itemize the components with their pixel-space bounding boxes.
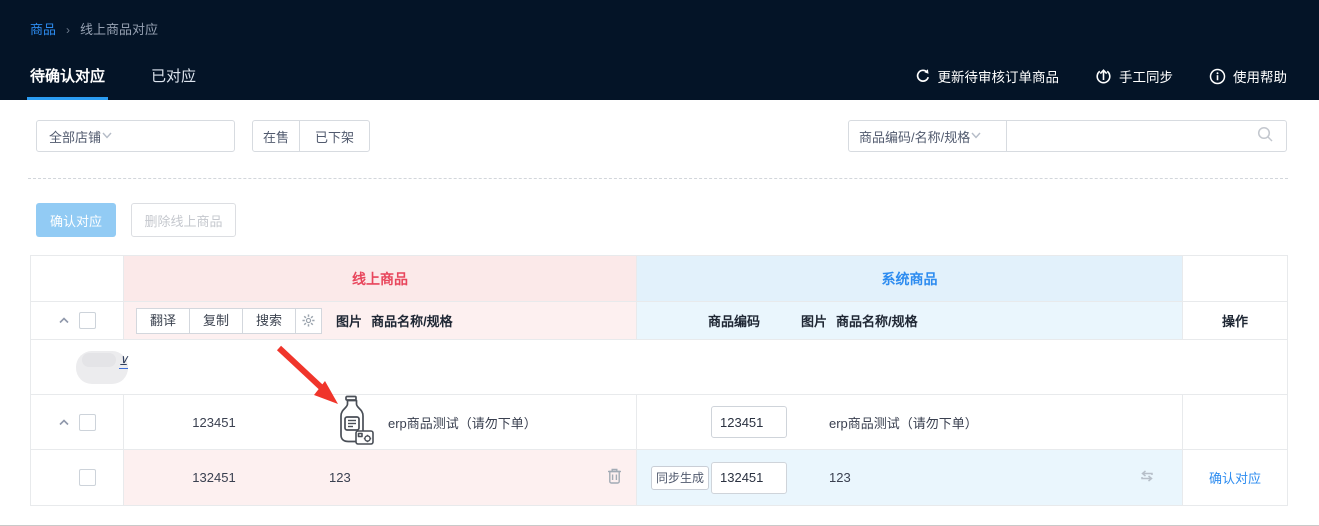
online-columns-cell: 翻译 复制 搜索 图片 商品名称/规格: [124, 302, 637, 340]
online-name-col-header: 商品名称/规格: [371, 311, 453, 330]
caret-up-icon[interactable]: [58, 415, 70, 430]
system-code-col-header: 商品编码: [708, 311, 760, 330]
online-product-code: 132451: [124, 470, 304, 485]
caret-up-icon[interactable]: [58, 313, 70, 328]
online-product-code: 123451: [124, 415, 304, 430]
action-col-header: 操作: [1222, 311, 1248, 330]
shop-group-row: ⊻: [31, 340, 1287, 395]
sync-generate-button[interactable]: 同步生成: [651, 466, 709, 490]
online-product-name: 123: [329, 470, 351, 485]
refresh-icon: [915, 68, 931, 84]
system-name-col-header: 商品名称/规格: [836, 311, 918, 330]
row-checkbox[interactable]: [79, 414, 96, 431]
shop-select[interactable]: 全部店铺: [36, 120, 235, 152]
help-label: 使用帮助: [1233, 66, 1287, 86]
no-image-bottle-icon: [329, 395, 375, 450]
mapping-table: 线上商品 系统商品 翻译 复制 搜索 图片: [30, 255, 1288, 506]
gear-icon[interactable]: [295, 308, 322, 334]
online-image-col-header: 图片: [336, 311, 362, 330]
table-row-matched: 123451: [31, 395, 1287, 450]
action-col-header-cell: 操作: [1183, 302, 1287, 340]
online-product-cell: 123451: [124, 395, 637, 450]
chevron-down-icon: [970, 129, 982, 144]
translate-button[interactable]: 翻译: [136, 308, 190, 334]
refresh-pending-orders-button[interactable]: 更新待审核订单商品: [915, 66, 1060, 86]
online-tools: 翻译 复制 搜索: [136, 308, 322, 334]
refresh-label: 更新待审核订单商品: [938, 66, 1060, 86]
chevron-down-icon: [101, 129, 113, 144]
system-product-group-header: 系统商品: [637, 256, 1183, 302]
spacer-cell: [31, 256, 124, 302]
trash-icon[interactable]: [607, 468, 622, 487]
search-icon[interactable]: [1257, 126, 1274, 146]
select-all-checkbox[interactable]: [79, 312, 96, 329]
confirm-mapping-link[interactable]: 确认对应: [1209, 468, 1261, 487]
system-code-input[interactable]: [711, 462, 787, 494]
spacer-cell: [1183, 256, 1287, 302]
search-type-value: 商品编码/名称/规格: [859, 127, 970, 146]
system-product-cell: 同步生成 123: [637, 450, 1183, 505]
row-action-cell: 确认对应: [1183, 450, 1287, 505]
system-product-name: 123: [829, 470, 851, 485]
manual-sync-label: 手工同步: [1119, 66, 1173, 86]
row-select-cell: [31, 450, 124, 505]
breadcrumb-current: 线上商品对应: [80, 22, 158, 37]
copy-button[interactable]: 复制: [189, 308, 243, 334]
topbar: 商品 › 线上商品对应 待确认对应 已对应 更新待审核订单商品 手工同步: [0, 0, 1319, 100]
group-header-row: 线上商品 系统商品: [31, 256, 1287, 302]
search-tool-button[interactable]: 搜索: [242, 308, 296, 334]
manual-sync-button[interactable]: 手工同步: [1095, 66, 1173, 86]
dashed-divider: [28, 178, 1288, 179]
delete-online-product-button[interactable]: 删除线上商品: [131, 203, 236, 237]
search-box: [1006, 120, 1287, 152]
online-product-mapping-page: 商品 › 线上商品对应 待确认对应 已对应 更新待审核订单商品 手工同步: [0, 0, 1319, 526]
search-input[interactable]: [1019, 129, 1257, 144]
tab-bar: 待确认对应 已对应: [30, 65, 196, 100]
system-columns-cell: 商品编码 图片 商品名称/规格: [637, 302, 1183, 340]
confirm-mapping-button[interactable]: 确认对应: [36, 203, 116, 237]
online-product-name: erp商品测试（请勿下单）: [388, 413, 537, 432]
system-product-name: erp商品测试（请勿下单）: [829, 413, 978, 432]
swap-icon[interactable]: [1138, 467, 1156, 488]
row-select-cell: [31, 395, 124, 450]
system-image-col-header: 图片: [801, 311, 827, 330]
select-header-cell: [31, 302, 124, 340]
row-action-cell: [1183, 395, 1287, 450]
breadcrumb: 商品 › 线上商品对应: [30, 19, 158, 38]
column-header-row: 翻译 复制 搜索 图片 商品名称/规格 商品编码 图片 商品名称/规格 操作: [31, 302, 1287, 340]
breadcrumb-separator: ›: [66, 23, 70, 37]
online-product-group-header: 线上商品: [124, 256, 637, 302]
search-type-select[interactable]: 商品编码/名称/规格: [848, 120, 1007, 152]
help-button[interactable]: 使用帮助: [1209, 66, 1287, 86]
system-product-cell: erp商品测试（请勿下单）: [637, 395, 1183, 450]
censored-shop-glyph: ⊻: [119, 355, 128, 369]
filter-onsale-button[interactable]: 在售: [252, 120, 300, 152]
breadcrumb-root[interactable]: 商品: [30, 22, 56, 37]
row-checkbox[interactable]: [79, 469, 96, 486]
table-row-unmatched: 132451 123 同步生成 123 确认对应: [31, 450, 1287, 505]
topbar-actions: 更新待审核订单商品 手工同步 使用帮助: [915, 66, 1288, 86]
system-code-input[interactable]: [711, 406, 787, 438]
sync-slot: 同步生成: [651, 466, 711, 490]
upload-icon: [1095, 68, 1112, 85]
tab-pending-confirmation[interactable]: 待确认对应: [30, 65, 105, 100]
info-icon: [1209, 68, 1226, 85]
tab-matched[interactable]: 已对应: [151, 65, 196, 100]
filter-offshelf-button[interactable]: 已下架: [299, 120, 370, 152]
online-product-cell: 132451 123: [124, 450, 637, 505]
shop-select-value: 全部店铺: [49, 127, 101, 146]
